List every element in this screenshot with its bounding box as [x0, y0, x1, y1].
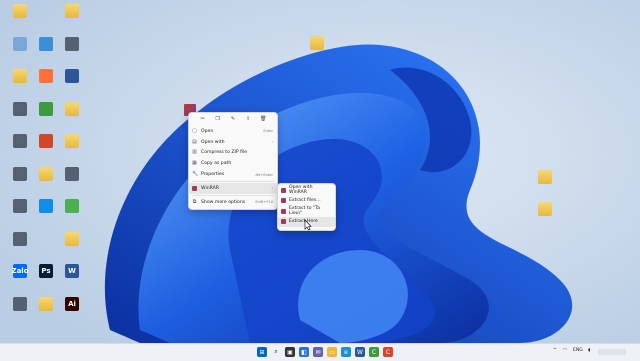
this-pc-icon — [39, 36, 53, 51]
app-icon — [13, 101, 27, 116]
chrome-icon — [65, 199, 79, 213]
menu-separator — [192, 180, 274, 182]
winrar-icon — [281, 219, 286, 225]
word-icon[interactable]: W — [355, 347, 365, 357]
app-icon[interactable] — [5, 231, 35, 260]
app-icon — [65, 166, 79, 181]
folder-icon — [13, 69, 27, 83]
app-icon — [13, 231, 27, 246]
start-button[interactable]: ⊞ — [257, 347, 267, 357]
firefox-icon — [39, 69, 53, 83]
more-options-icon: ⧉ — [192, 198, 197, 205]
tray-chevron-icon[interactable]: ^ — [553, 348, 557, 353]
folder-icon — [39, 166, 53, 181]
camtasia-icon[interactable]: C — [369, 347, 379, 357]
menu-item-show-more-options[interactable]: ⧉ Show more options Shift+F10 — [189, 197, 277, 208]
winrar-icon — [281, 187, 286, 193]
folder-icon — [65, 134, 79, 148]
app-icon — [65, 36, 79, 51]
menu-item-properties[interactable]: 🔧 Properties Alt+Enter — [189, 169, 277, 180]
folder-icon — [538, 202, 552, 216]
chrome-icon[interactable] — [57, 199, 87, 227]
menu-item-copy-as-path[interactable]: ▦ Copy as path — [189, 158, 277, 169]
cut-icon[interactable]: ✂ — [199, 116, 206, 122]
winrar-icon — [192, 185, 197, 191]
zip-icon: ▥ — [192, 149, 197, 156]
menu-item-open-with[interactable]: ▤ Open with › — [189, 137, 277, 148]
submenu-item-open-with-winrar[interactable]: Open with WinRAR — [278, 185, 335, 196]
chat-icon[interactable]: ✉ — [313, 347, 323, 357]
teamviewer-icon — [39, 199, 53, 213]
word-icon[interactable]: W — [57, 264, 87, 292]
share-icon[interactable]: ⇪ — [245, 116, 252, 122]
copy-path-icon: ▦ — [192, 160, 197, 167]
folder-icon[interactable] — [302, 36, 332, 64]
properties-icon: 🔧 — [192, 171, 199, 178]
menu-item-winrar[interactable]: WinRAR › — [189, 182, 277, 194]
zalo-icon: Zalo — [12, 264, 29, 278]
camtasia-icon — [39, 101, 53, 116]
task-view-icon[interactable]: ▣ — [285, 347, 295, 357]
open-with-icon: ▤ — [192, 138, 197, 145]
illustrator-icon: Ai — [65, 296, 79, 311]
folder-icon[interactable] — [57, 4, 87, 32]
folder-icon — [39, 296, 53, 311]
submenu-item-extract-files[interactable]: Extract files... — [278, 196, 335, 207]
search-icon[interactable]: ⌕ — [271, 347, 281, 357]
winrar-icon — [281, 198, 286, 204]
delete-icon[interactable]: 🗑 — [260, 116, 267, 122]
folder-icon[interactable] — [57, 101, 87, 130]
folder-icon — [65, 231, 79, 246]
submenu-item-extract-to-folder[interactable]: Extract to "Ta Lieu\" — [278, 206, 335, 217]
illustrator-icon[interactable]: Ai — [57, 296, 87, 325]
clock[interactable] — [598, 349, 626, 355]
edge-icon[interactable]: e — [341, 347, 351, 357]
context-menu: ✂ ❐ ✎ ⇪ 🗑 ▢ Open Enter ▤ Open with › ▥ C… — [188, 112, 278, 210]
camtasia-recorder-icon[interactable]: C — [383, 347, 393, 357]
app-icon — [13, 199, 27, 213]
winrar-icon — [281, 208, 286, 214]
widgets-icon[interactable]: ◧ — [299, 347, 309, 357]
open-icon: ▢ — [192, 127, 197, 134]
menu-item-compress-zip[interactable]: ▥ Compress to ZIP file — [189, 148, 277, 159]
folder-icon[interactable] — [57, 231, 87, 260]
rename-icon[interactable]: ✎ — [229, 116, 236, 122]
app-icon — [13, 134, 27, 148]
folder-icon[interactable] — [530, 170, 560, 198]
folder-icon — [13, 4, 27, 18]
file-explorer-icon[interactable]: ▭ — [327, 347, 337, 357]
app-icon[interactable] — [57, 166, 87, 195]
menu-separator — [192, 194, 274, 196]
language-indicator[interactable]: ENG — [573, 348, 583, 353]
folder-icon — [65, 4, 79, 18]
folder-icon — [65, 101, 79, 116]
copy-icon[interactable]: ❐ — [214, 116, 221, 122]
folder-icon — [310, 36, 324, 50]
photoshop-icon: Ps — [39, 264, 53, 278]
powerpoint-icon — [39, 134, 53, 148]
folder-icon[interactable] — [5, 4, 35, 32]
taskbar: ⊞ ⌕ ▣ ◧ ✉ ▭ e W C C ^ ◠ ENG ◖ — [0, 343, 640, 361]
menu-item-open[interactable]: ▢ Open Enter — [189, 126, 277, 137]
folder-icon[interactable] — [57, 134, 87, 162]
network-icon[interactable]: ◠ — [563, 348, 567, 353]
recycle-bin-icon — [13, 36, 27, 51]
mouse-cursor-icon — [304, 219, 312, 231]
volume-icon[interactable]: ◖ — [588, 348, 590, 353]
app-icon — [13, 166, 27, 181]
app-icon[interactable] — [57, 36, 87, 65]
app-icon — [13, 296, 27, 311]
word-icon — [65, 69, 79, 83]
folder-icon[interactable] — [530, 202, 560, 230]
context-menu-toolbar: ✂ ❐ ✎ ⇪ 🗑 — [189, 113, 277, 126]
word-icon[interactable] — [57, 69, 87, 97]
folder-icon — [538, 170, 552, 184]
word-icon: W — [65, 264, 79, 278]
